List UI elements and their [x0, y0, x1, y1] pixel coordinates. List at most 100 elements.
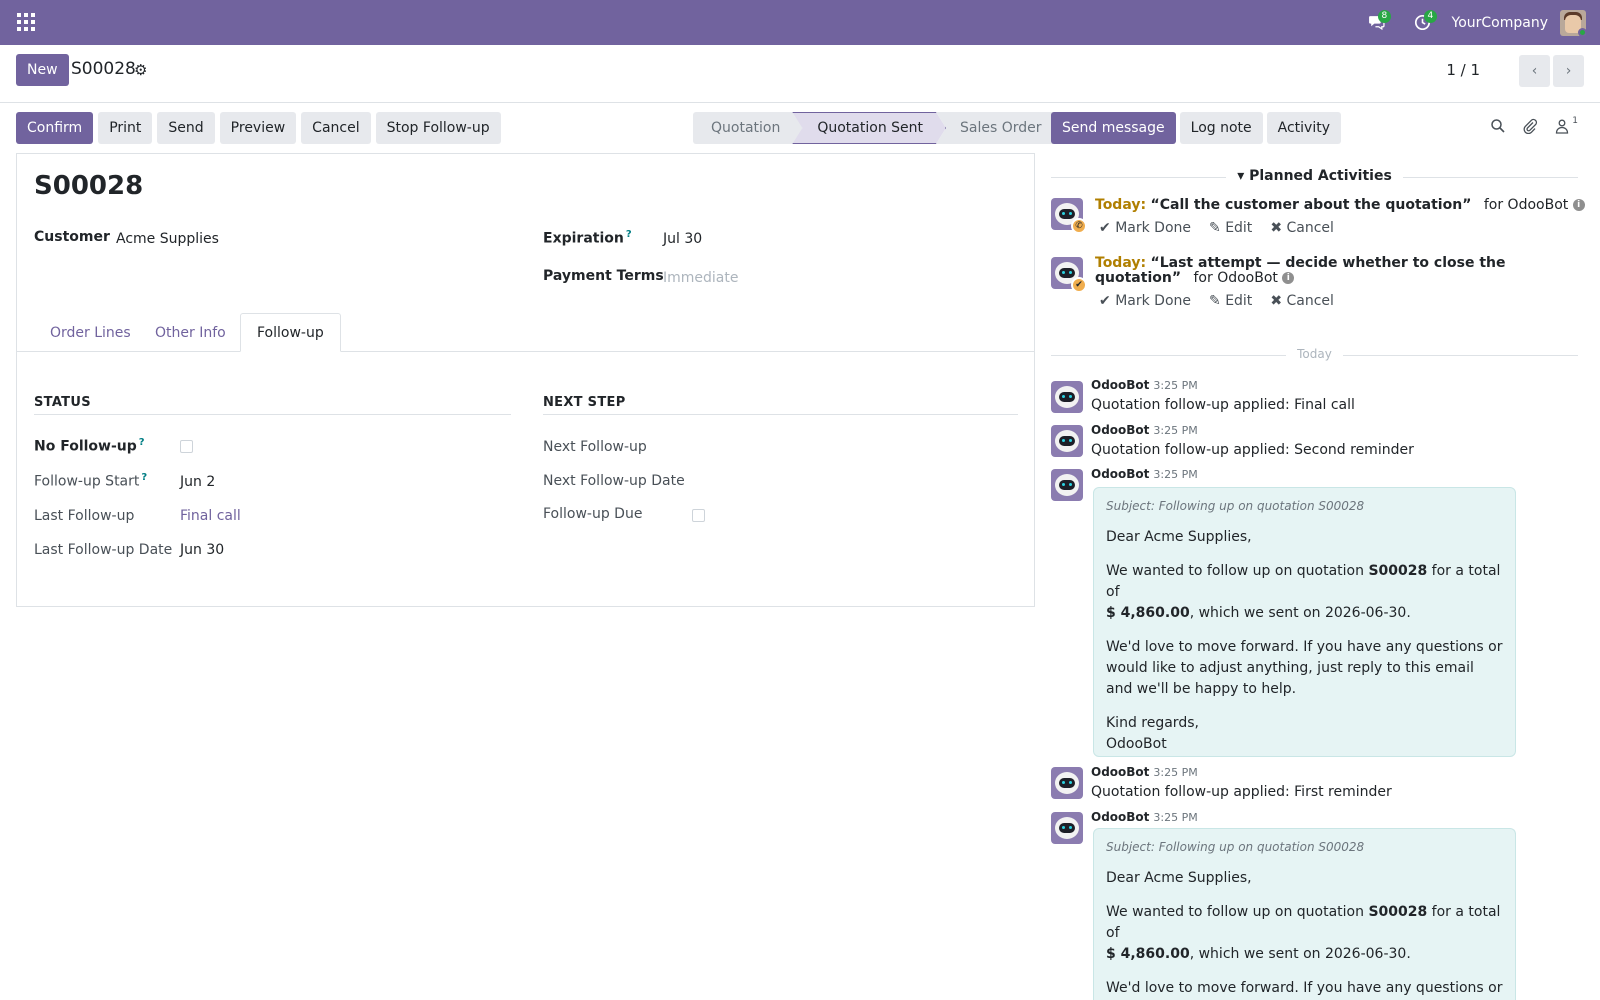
info-icon[interactable]: i [1572, 199, 1585, 211]
new-button[interactable]: New [16, 54, 69, 86]
odoobot-avatar[interactable] [1051, 812, 1083, 844]
followup-start-field[interactable]: Jun 2 [180, 474, 215, 490]
email-paragraph: We'd love to move forward. If you have a… [1106, 639, 1503, 697]
control-panel: New S00028 ⚙ 1 / 1 ‹ › [0, 45, 1600, 103]
stop-followup-button[interactable]: Stop Follow-up [375, 112, 501, 144]
last-followup-date-label: Last Follow-up Date [34, 542, 173, 558]
message-author[interactable]: OdooBot 3:25 PM [1091, 467, 1198, 481]
cancel-activity-button[interactable]: ✖ Cancel [1270, 220, 1334, 236]
search-icon[interactable] [1490, 118, 1506, 134]
breadcrumb-record: S00028 [71, 59, 136, 79]
pencil-icon: ✎ [1209, 293, 1221, 309]
expiration-field[interactable]: Jul 30 [663, 231, 702, 247]
pager-value[interactable]: 1 / 1 [1446, 61, 1480, 79]
messages-count-badge: 8 [1377, 10, 1392, 23]
tab-follow-up[interactable]: Follow-up [240, 313, 341, 352]
payment-terms-field[interactable]: Immediate [663, 270, 738, 286]
record-title: S00028 [34, 171, 144, 201]
edit-button[interactable]: ✎ Edit [1209, 220, 1252, 236]
chevron-right-icon: › [1565, 63, 1572, 79]
apps-menu-icon[interactable] [17, 13, 35, 31]
confirm-button[interactable]: Confirm [16, 112, 94, 144]
followup-due-checkbox[interactable] [692, 509, 705, 522]
edit-button[interactable]: ✎ Edit [1209, 293, 1252, 309]
gear-icon[interactable]: ⚙ [134, 61, 147, 79]
navbar-systray: 8 4 YourCompany [1354, 0, 1586, 45]
last-followup-link[interactable]: Final call [180, 508, 241, 524]
followup-start-label: Follow-up Start? [34, 472, 148, 490]
email-greeting: Dear Acme Supplies, [1106, 870, 1252, 886]
status-section-heading: STATUS [34, 395, 511, 415]
message-body: Quotation follow-up applied: First remin… [1091, 784, 1392, 800]
customer-field[interactable]: Acme Supplies [116, 231, 219, 247]
paperclip-icon[interactable] [1522, 118, 1538, 134]
stage-sales-order[interactable]: Sales Order [936, 112, 1060, 144]
email-paragraph: We'd love to move forward. If you have a… [1106, 980, 1503, 996]
email-signature: Kind regards, OdooBot [1106, 715, 1199, 752]
message-author[interactable]: OdooBot 3:25 PM [1091, 378, 1198, 392]
caret-down-icon: ▾ [1237, 168, 1245, 184]
user-avatar[interactable] [1560, 9, 1586, 36]
check-icon: ✔ [1099, 220, 1111, 236]
planned-activities-toggle[interactable]: ▾ Planned Activities [1051, 168, 1578, 184]
activity-actions: ✔ Mark Done ✎ Edit ✖ Cancel [1099, 293, 1334, 309]
form-action-buttons: Confirm Print Send Preview Cancel Stop F… [16, 112, 501, 144]
check-icon: ✔ [1099, 293, 1111, 309]
mark-done-button[interactable]: ✔ Mark Done [1099, 220, 1191, 236]
message-author[interactable]: OdooBot 3:25 PM [1091, 423, 1198, 437]
help-tooltip-icon[interactable]: ? [139, 437, 145, 448]
pager-previous-button[interactable]: ‹ [1519, 55, 1550, 87]
activity-line: Today: “Last attempt — decide whether to… [1095, 255, 1506, 286]
log-note-button[interactable]: Log note [1179, 112, 1263, 144]
followup-due-label: Follow-up Due [543, 506, 643, 522]
activity-button[interactable]: Activity [1266, 112, 1341, 144]
expiration-label: Expiration? [543, 229, 632, 247]
tab-other-info[interactable]: Other Info [139, 313, 242, 352]
odoobot-avatar[interactable] [1051, 469, 1083, 501]
company-switcher[interactable]: YourCompany [1452, 15, 1549, 31]
message-author[interactable]: OdooBot 3:25 PM [1091, 765, 1198, 779]
notebook-tabs: Order Lines Other Info Follow-up [17, 313, 1034, 352]
date-divider: Today [1051, 347, 1578, 361]
status-bar: Quotation Quotation Sent Sales Order [693, 112, 1060, 144]
email-subject: Subject: Following up on quotation S0002… [1106, 840, 1365, 854]
last-followup-date-field[interactable]: Jun 30 [180, 542, 224, 558]
stage-quotation[interactable]: Quotation [693, 112, 803, 144]
email-message: Subject: Following up on quotation S0002… [1093, 487, 1516, 757]
tab-order-lines[interactable]: Order Lines [34, 313, 147, 352]
message-body: Quotation follow-up applied: Second remi… [1091, 442, 1414, 458]
followers-icon[interactable] [1554, 118, 1570, 134]
check-icon: ✔ [1071, 277, 1087, 293]
activities-count-badge: 4 [1423, 10, 1438, 23]
cancel-button[interactable]: Cancel [301, 112, 371, 144]
next-followup-date-label: Next Follow-up Date [543, 473, 685, 489]
chatter-tools: 1 [1490, 116, 1578, 134]
send-message-button[interactable]: Send message [1051, 112, 1176, 144]
odoobot-avatar[interactable] [1051, 381, 1083, 413]
odoobot-avatar[interactable] [1051, 767, 1083, 799]
payment-terms-label: Payment Terms [543, 268, 664, 284]
help-tooltip-icon[interactable]: ? [626, 229, 632, 240]
help-tooltip-icon[interactable]: ? [141, 472, 147, 483]
activities-button[interactable]: 4 [1400, 0, 1446, 45]
chatter-topbar: Send message Log note Activity [1051, 112, 1341, 144]
print-button[interactable]: Print [98, 112, 153, 144]
next-followup-label: Next Follow-up [543, 439, 647, 455]
odoobot-avatar[interactable] [1051, 425, 1083, 457]
cancel-activity-button[interactable]: ✖ Cancel [1270, 293, 1334, 309]
mark-done-button[interactable]: ✔ Mark Done [1099, 293, 1191, 309]
send-button[interactable]: Send [157, 112, 215, 144]
activity-actions: ✔ Mark Done ✎ Edit ✖ Cancel [1099, 220, 1334, 236]
email-message: Subject: Following up on quotation S0002… [1093, 828, 1516, 1000]
email-greeting: Dear Acme Supplies, [1106, 529, 1252, 545]
stage-quotation-sent[interactable]: Quotation Sent [792, 112, 946, 144]
next-step-section-heading: NEXT STEP [543, 395, 1018, 415]
messaging-button[interactable]: 8 [1354, 0, 1400, 45]
pager-next-button[interactable]: › [1553, 55, 1584, 87]
info-icon[interactable]: i [1282, 272, 1295, 284]
followers-count: 1 [1572, 116, 1578, 126]
email-subject: Subject: Following up on quotation S0002… [1106, 499, 1365, 513]
preview-button[interactable]: Preview [219, 112, 297, 144]
no-followup-checkbox[interactable] [180, 440, 193, 453]
message-author[interactable]: OdooBot 3:25 PM [1091, 810, 1198, 824]
